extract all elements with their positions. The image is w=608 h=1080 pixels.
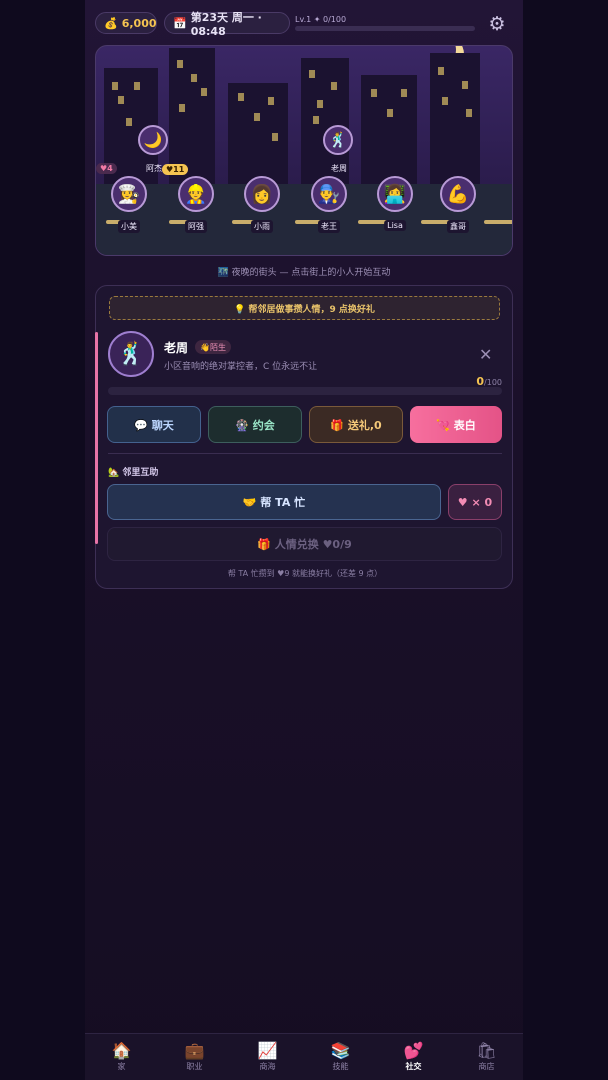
date-time-display[interactable]: 📅 第23天 周一 · 08:48 xyxy=(164,11,290,38)
nav-label: 社交 xyxy=(405,1062,422,1071)
nav-item-home[interactable]: 🏠 家 xyxy=(85,1034,158,1080)
confess-button[interactable]: 💘 表白 xyxy=(410,406,502,443)
npc-laowang[interactable]: 👨‍🔧 xyxy=(311,176,347,212)
scene-caption: 🌃 夜晚的街头 — 点击街上的小人开始互动 xyxy=(217,268,391,278)
nav-label: 技能 xyxy=(332,1062,349,1071)
building xyxy=(430,53,480,188)
panel-accent xyxy=(95,332,98,544)
help-button[interactable]: 🤝 帮 TA 忙 xyxy=(107,484,441,520)
nav-item-skills[interactable]: 📚 技能 xyxy=(304,1034,377,1080)
npc-lisa[interactable]: 👩‍💻 xyxy=(377,176,413,212)
heart-count-badge: ♥ × 0 xyxy=(448,484,502,520)
level-progress-bar xyxy=(295,26,475,31)
hearts-badge: ♥4 xyxy=(96,163,117,174)
npc-name-label: 老周 xyxy=(331,164,347,173)
bottom-nav: 🏠 家 💼 职业 📈 商海 📚 技能 💕 社交 🛍 商店 xyxy=(85,1033,523,1080)
npc-avatar: 🕺 xyxy=(108,331,154,377)
npc-xiaomei[interactable]: 👩‍🍳 xyxy=(111,176,147,212)
coins-display[interactable]: 💰 6,000 xyxy=(95,12,157,34)
nav-label: 商海 xyxy=(259,1062,276,1071)
nav-label: 家 xyxy=(117,1062,126,1071)
level-text: Lv.1 ✦ 0/100 xyxy=(295,15,347,24)
nav-label: 商店 xyxy=(478,1062,495,1071)
nav-item-business[interactable]: 📈 商海 xyxy=(231,1034,304,1080)
gift-button[interactable]: 🎁 送礼,0 xyxy=(309,406,403,443)
npc-name-label: 老王 xyxy=(318,220,340,233)
npc-name: 老周 xyxy=(164,341,189,355)
nav-label: 职业 xyxy=(186,1062,203,1071)
date-time-text: 第23天 周一 · 08:48 xyxy=(190,10,262,38)
favor-exchange-button[interactable]: 🎁 人情兑换 ♥0/9 xyxy=(107,527,502,561)
date-button[interactable]: 🎡 约会 xyxy=(208,406,302,443)
npc-name-label: 小美 xyxy=(118,220,140,233)
close-icon[interactable]: ✕ xyxy=(479,345,492,364)
building xyxy=(228,83,288,188)
gear-icon[interactable]: ⚙ xyxy=(486,13,508,35)
npc-interaction-panel: 💡 帮邻居做事攒人情，9 点换好礼 🕺 老周 👋陌生 小区音响的绝对掌控者，C … xyxy=(95,285,513,589)
section-divider xyxy=(108,453,502,454)
briefcase-icon: 💼 xyxy=(184,1041,205,1060)
road-marking xyxy=(484,220,512,224)
chart-icon: 📈 xyxy=(257,1041,278,1060)
relation-badge: 👋陌生 xyxy=(195,340,231,354)
npc-name-label: 鑫哥 xyxy=(447,220,469,233)
npc-aqiang[interactable]: 👷 xyxy=(178,176,214,212)
calendar-icon: 📅 xyxy=(173,16,187,30)
npc-walker-laozhou[interactable]: 🕺 xyxy=(323,125,353,155)
chat-button[interactable]: 💬 聊天 xyxy=(107,406,201,443)
npc-name-label: Lisa xyxy=(384,220,406,231)
npc-description: 小区音响的绝对掌控者，C 位永远不让 xyxy=(164,362,318,372)
nav-item-shop[interactable]: 🛍 商店 xyxy=(450,1034,523,1080)
tip-banner: 💡 帮邻居做事攒人情，9 点换好礼 xyxy=(109,296,500,320)
books-icon: 📚 xyxy=(330,1041,351,1060)
hearts-icon: 💕 xyxy=(403,1041,424,1060)
nav-item-career[interactable]: 💼 职业 xyxy=(158,1034,231,1080)
shopping-bag-icon: 🛍 xyxy=(476,1041,497,1060)
money-bag-icon: 💰 xyxy=(104,16,118,30)
building xyxy=(361,75,417,188)
npc-walker-ajie[interactable]: 🌙 xyxy=(138,125,168,155)
npc-xiaoyu[interactable]: 👩 xyxy=(244,176,280,212)
npc-name-label: 阿强 xyxy=(185,220,207,233)
hearts-badge: ♥11 xyxy=(162,164,189,175)
coins-value: 6,000 xyxy=(121,16,157,30)
npc-name-label: 小雨 xyxy=(251,220,273,233)
affection-progress-bar xyxy=(108,387,502,395)
help-hint: 帮 TA 忙攒到 ♥9 就能换好礼（还差 9 点） xyxy=(227,569,383,578)
top-bar: 💰 6,000 📅 第23天 周一 · 08:48 Lv.1 ✦ 0/100 ⚙ xyxy=(85,0,523,44)
npc-xinge[interactable]: 💪 xyxy=(440,176,476,212)
app-screen: 💰 6,000 📅 第23天 周一 · 08:48 Lv.1 ✦ 0/100 ⚙ xyxy=(85,0,523,1080)
nav-item-social[interactable]: 💕 社交 xyxy=(377,1034,450,1080)
neighbor-help-title: 🏡 邻里互助 xyxy=(108,468,159,478)
street-scene: 🌙 阿杰 ♥11 🕺 老周 ♥4 👩‍🍳 小美 👷 阿强 👩 小雨 👨‍🔧 老王… xyxy=(95,45,513,256)
house-icon: 🏠 xyxy=(111,1041,132,1060)
